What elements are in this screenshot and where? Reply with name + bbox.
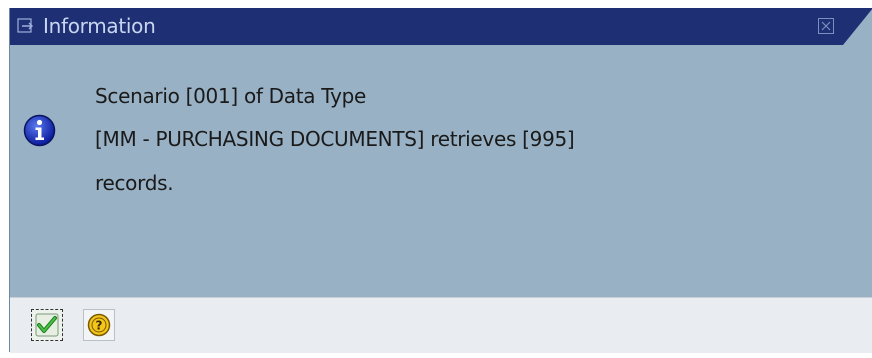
dialog-footer: ? xyxy=(10,297,872,353)
close-button[interactable] xyxy=(818,18,834,34)
message-line-1: Scenario [001] of Data Type xyxy=(95,84,367,108)
checkmark-icon xyxy=(35,313,59,337)
dialog-title: Information xyxy=(43,14,156,38)
titlebar-corner xyxy=(843,8,872,45)
continue-button[interactable] xyxy=(31,309,63,341)
close-icon xyxy=(821,21,831,31)
info-window-icon xyxy=(17,17,35,35)
dialog-titlebar[interactable]: Information xyxy=(10,8,872,45)
help-button[interactable]: ? xyxy=(83,309,115,341)
message-area: Scenario [001] of Data Type [MM - PURCHA… xyxy=(10,45,872,297)
message-line-2: [MM - PURCHASING DOCUMENTS] retrieves [9… xyxy=(95,127,575,151)
svg-text:?: ? xyxy=(96,319,103,333)
message-line-3: records. xyxy=(95,171,174,195)
help-icon: ? xyxy=(87,313,111,337)
information-dialog: Information Scenario [001] of Data Type … xyxy=(9,8,872,353)
info-icon xyxy=(23,114,56,147)
